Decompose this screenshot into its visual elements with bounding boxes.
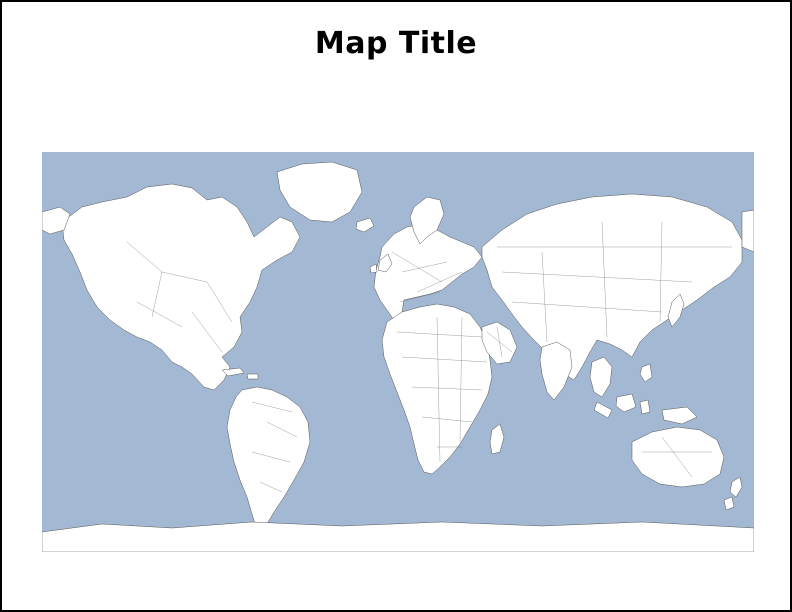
- map-title: Map Title: [2, 26, 790, 61]
- island-sulawesi: [640, 400, 650, 414]
- asia-east-tip: [742, 210, 754, 252]
- page: Map Title: [0, 0, 792, 612]
- continent-antarctica: [42, 522, 754, 552]
- world-map: [42, 152, 754, 552]
- island-hispaniola: [247, 374, 258, 379]
- world-map-svg: [42, 152, 754, 552]
